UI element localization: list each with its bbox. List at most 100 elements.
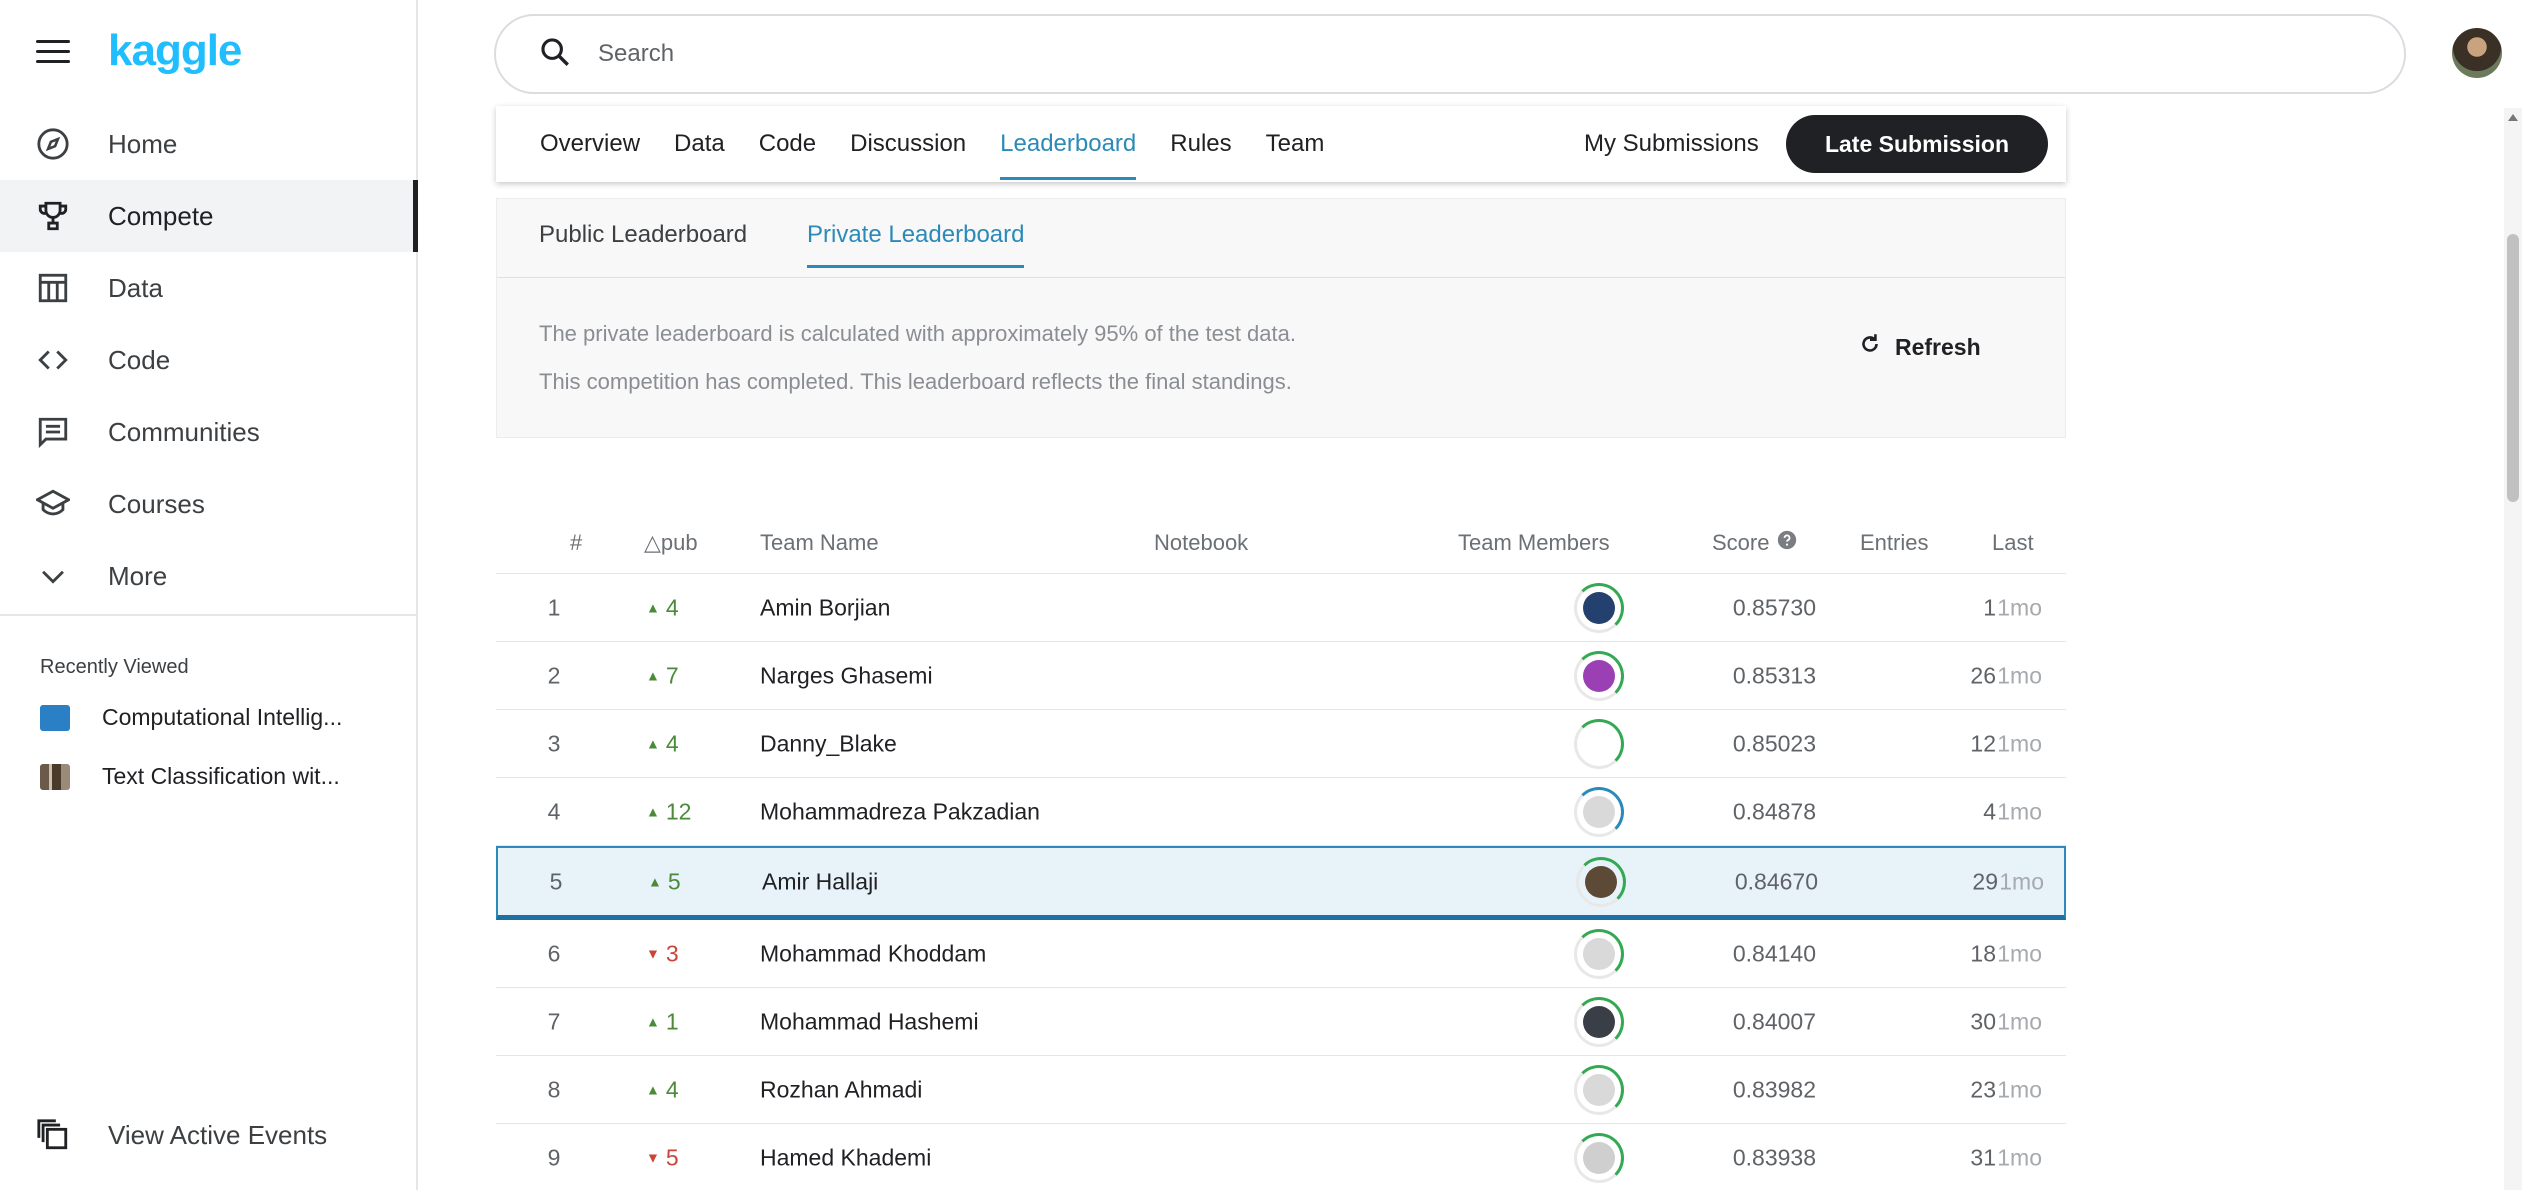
team-member-avatar[interactable] xyxy=(1574,650,1624,701)
trophy-icon xyxy=(34,197,72,235)
help-icon[interactable] xyxy=(1777,530,1797,556)
tier-ring xyxy=(1574,1064,1624,1115)
search-bar[interactable] xyxy=(494,14,2406,94)
scroll-thumb[interactable] xyxy=(2507,234,2519,502)
team-member-avatar[interactable] xyxy=(1574,1132,1624,1183)
team-name-cell[interactable]: Rozhan Ahmadi xyxy=(760,1076,922,1103)
team-member-avatar[interactable] xyxy=(1574,1064,1624,1115)
tab-team[interactable]: Team xyxy=(1266,106,1325,182)
tier-ring xyxy=(1574,786,1624,837)
table-row[interactable]: 7 ▲ 1 Mohammad Hashemi 0.84007 30 1mo xyxy=(496,988,2066,1056)
table-row[interactable]: 5 ▲ 5 Amir Hallaji 0.84670 29 1mo xyxy=(496,846,2066,920)
team-name-cell[interactable]: Amir Hallaji xyxy=(762,868,878,895)
sidebar-item-data[interactable]: Data xyxy=(0,252,416,324)
sidebar-item-more[interactable]: More xyxy=(0,540,416,612)
team-name-cell[interactable]: Mohammadreza Pakzadian xyxy=(760,798,1040,825)
entries-cell: 4 xyxy=(1983,798,1996,824)
events-icon xyxy=(34,1116,72,1154)
header-delta-public: △pub xyxy=(644,530,698,555)
view-active-events-link[interactable]: View Active Events xyxy=(34,1116,327,1154)
tier-ring xyxy=(1574,996,1624,1047)
sidebar-item-label: Data xyxy=(108,272,163,303)
team-name-cell[interactable]: Mohammad Hashemi xyxy=(760,1008,979,1035)
table-row[interactable]: 6 ▼ 3 Mohammad Khoddam 0.84140 18 1mo xyxy=(496,920,2066,988)
tier-ring xyxy=(1574,718,1624,769)
tier-ring xyxy=(1574,1132,1624,1183)
last-cell: 1mo xyxy=(1997,798,2042,824)
kaggle-logo[interactable]: kaggle xyxy=(108,26,242,76)
avatar-image xyxy=(1583,591,1615,624)
tab-overview[interactable]: Overview xyxy=(540,106,640,182)
header-score[interactable]: Score xyxy=(1712,530,1797,556)
table-row[interactable]: 4 ▲ 12 Mohammadreza Pakzadian 0.84878 4 … xyxy=(496,778,2066,846)
rank-cell: 8 xyxy=(547,1076,561,1102)
recent-item[interactable]: Computational Intellig... xyxy=(40,704,400,731)
avatar-image xyxy=(1583,795,1615,828)
tab-leaderboard[interactable]: Leaderboard xyxy=(1000,106,1137,182)
avatar-image xyxy=(1583,1141,1615,1174)
delta-value: 4 xyxy=(665,1076,679,1102)
sidebar-item-label: Code xyxy=(108,344,171,375)
table-row[interactable]: 8 ▲ 4 Rozhan Ahmadi 0.83982 23 1mo xyxy=(496,1056,2066,1124)
late-submission-button[interactable]: Late Submission xyxy=(1786,115,2048,173)
entries-cell: 18 xyxy=(1970,940,1996,966)
tier-ring xyxy=(1576,856,1626,907)
table-row[interactable]: 3 ▲ 4 Danny_Blake 0.85023 12 1mo xyxy=(496,710,2066,778)
delta-cell: ▲ 4 xyxy=(646,730,679,757)
score-cell: 0.85023 xyxy=(1732,730,1816,756)
avatar-image xyxy=(1583,659,1615,692)
subtab-divider xyxy=(497,277,2065,278)
team-name-cell[interactable]: Hamed Khademi xyxy=(760,1144,931,1171)
team-member-avatar[interactable] xyxy=(1574,582,1624,633)
tab-rules[interactable]: Rules xyxy=(1170,106,1231,182)
team-member-avatar[interactable] xyxy=(1574,996,1624,1047)
entries-cell: 30 xyxy=(1970,1008,1996,1034)
entries-cell: 23 xyxy=(1970,1076,1996,1102)
avatar-image xyxy=(1585,865,1617,898)
sidebar-item-code[interactable]: Code xyxy=(0,324,416,396)
team-member-avatar[interactable] xyxy=(1574,786,1624,837)
table-row[interactable]: 1 ▲ 4 Amin Borjian 0.85730 1 1mo xyxy=(496,574,2066,642)
entries-cell: 12 xyxy=(1970,730,1996,756)
tab-discussion[interactable]: Discussion xyxy=(850,106,966,182)
sidebar-item-label: Home xyxy=(108,128,178,159)
entries-cell: 26 xyxy=(1970,662,1996,688)
team-name-cell[interactable]: Amin Borjian xyxy=(760,594,890,621)
tab-public-leaderboard[interactable]: Public Leaderboard xyxy=(539,221,747,265)
sidebar-item-compete[interactable]: Compete xyxy=(0,180,418,252)
recent-item[interactable]: Text Classification wit... xyxy=(40,763,400,790)
user-avatar[interactable] xyxy=(2452,28,2502,78)
tab-code[interactable]: Code xyxy=(759,106,816,182)
leaderboard-table: # △pub Team Name Notebook Team Members S… xyxy=(496,508,2066,1190)
rank-cell: 7 xyxy=(547,1008,561,1034)
delta-cell: ▲ 5 xyxy=(648,868,681,895)
tab-data[interactable]: Data xyxy=(674,106,725,182)
tab-private-leaderboard[interactable]: Private Leaderboard xyxy=(807,221,1025,268)
team-name-cell[interactable]: Danny_Blake xyxy=(760,730,897,757)
page-scrollbar[interactable] xyxy=(2504,108,2522,1190)
rank-cell: 5 xyxy=(549,868,563,894)
refresh-button[interactable]: Refresh xyxy=(1857,331,1981,363)
delta-value: 5 xyxy=(667,868,681,894)
team-member-avatar[interactable] xyxy=(1576,856,1626,907)
team-member-avatar[interactable] xyxy=(1574,928,1624,979)
sidebar-nav: Home Compete Data Code Communities Cours… xyxy=(0,108,418,612)
sidebar-item-communities[interactable]: Communities xyxy=(0,396,416,468)
team-member-avatar[interactable] xyxy=(1574,718,1624,769)
competition-thumbnail xyxy=(40,763,70,790)
last-cell: 1mo xyxy=(1997,1144,2042,1170)
my-submissions-link[interactable]: My Submissions xyxy=(1584,106,1759,182)
table-row[interactable]: 9 ▼ 5 Hamed Khademi 0.83938 31 1mo xyxy=(496,1124,2066,1190)
delta-cell: ▼ 5 xyxy=(646,1144,679,1171)
team-name-cell[interactable]: Narges Ghasemi xyxy=(760,662,933,689)
sidebar-item-home[interactable]: Home xyxy=(0,108,416,180)
search-input[interactable] xyxy=(598,40,2098,68)
hamburger-menu-icon[interactable] xyxy=(36,40,70,66)
recently-viewed-title: Recently Viewed xyxy=(40,656,189,678)
scroll-up-arrow-icon[interactable] xyxy=(2508,114,2518,121)
table-row[interactable]: 2 ▲ 7 Narges Ghasemi 0.85313 26 1mo xyxy=(496,642,2066,710)
team-name-cell[interactable]: Mohammad Khoddam xyxy=(760,940,986,967)
score-cell: 0.85313 xyxy=(1732,662,1816,688)
delta-value: 4 xyxy=(665,730,679,756)
sidebar-item-courses[interactable]: Courses xyxy=(0,468,416,540)
